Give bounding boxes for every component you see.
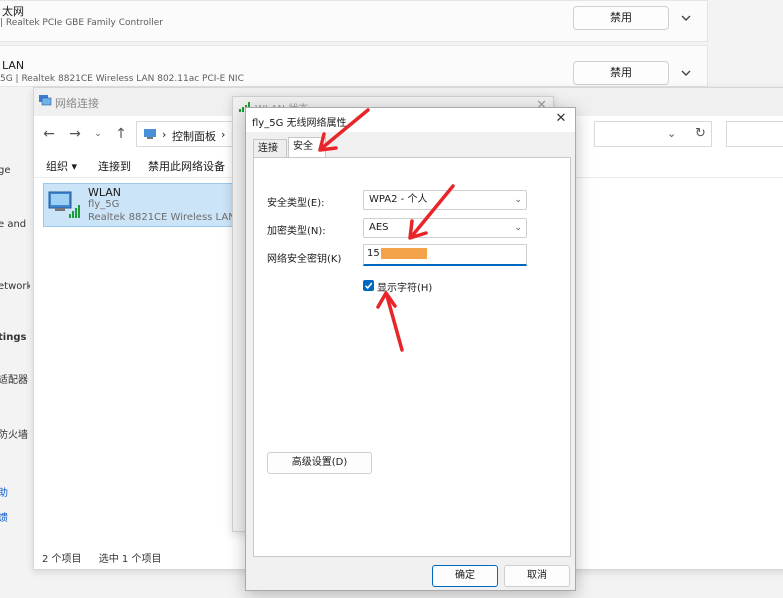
network-key-input[interactable]: 15 [363,244,527,266]
security-type-select[interactable]: WPA2 - 个人 ⌄ [363,190,527,210]
address-bar-end[interactable]: ⌄ ↻ [594,121,712,147]
ok-button[interactable]: 确定 [432,565,498,587]
settings-nav-item[interactable]: 适配器 [0,371,28,386]
advanced-settings-button[interactable]: 高级设置(D) [267,452,372,474]
settings-nav-item[interactable]: ge [0,165,11,176]
dialog-title: fly_5G 无线网络属性 [252,118,347,129]
chevron-down-icon: ⌄ [514,223,522,233]
connection-name: WLAN [88,186,122,199]
adapter-name: 太网 [2,5,24,18]
status-bar: 2 个项目 选中 1 个项目 [42,550,175,565]
network-key-value: 15 [367,248,380,259]
disable-adapter-button[interactable]: 禁用 [573,61,669,85]
feedback-link[interactable]: 馈 [0,509,8,524]
security-tab-panel: 安全类型(E): WPA2 - 个人 ⌄ 加密类型(N): AES ⌄ 网络安全… [253,157,571,557]
adapter-description: 5G | Realtek 8821CE Wireless LAN 802.11a… [0,74,244,84]
encryption-type-value: AES [369,222,389,233]
settings-section-heading: tings [0,332,27,343]
settings-nav-item[interactable]: etwork a [0,281,30,292]
search-input[interactable] [726,121,783,147]
redacted-key-mask [380,247,427,259]
breadcrumb-separator: › [221,128,226,141]
tab-security[interactable]: 安全 [288,137,326,158]
show-characters-checkbox[interactable] [363,280,374,291]
encryption-type-select[interactable]: AES ⌄ [363,218,527,238]
show-characters-label: 显示字符(H) [377,283,433,294]
back-arrow-icon[interactable]: ← [41,126,57,142]
connection-adapter: Realtek 8821CE Wireless LAN ... [88,212,249,223]
disable-adapter-button[interactable]: 禁用 [573,6,669,30]
tab-connection[interactable]: 连接 [253,139,287,157]
settings-nav-item[interactable]: 防火墙 [0,426,28,441]
close-icon[interactable]: ✕ [553,111,569,127]
recent-dropdown-icon[interactable]: ⌄ [90,126,106,142]
forward-arrow-icon[interactable]: → [67,126,83,142]
breadcrumb-item[interactable]: 控制面板 [172,128,216,144]
security-type-value: WPA2 - 个人 [369,194,428,205]
breadcrumb-separator: › [162,128,167,141]
wireless-adapter-icon [47,188,83,222]
adapter-card-wlan: LAN 5G | Realtek 8821CE Wireless LAN 802… [0,45,708,87]
security-type-label: 安全类型(E): [267,198,325,209]
help-link[interactable]: 助 [0,484,8,499]
control-panel-icon [143,127,157,141]
settings-nav-panel: ge e and c etwork a tings 适配器 防火墙 助 馈 [0,0,30,598]
up-arrow-icon[interactable]: ↑ [113,126,129,142]
settings-nav-item[interactable]: e and c [0,219,30,230]
adapter-description: | Realtek PCIe GBE Family Controller [0,18,163,28]
wlan-connection-item[interactable]: WLAN fly_5G Realtek 8821CE Wireless LAN … [43,183,248,227]
chevron-down-icon: ⌄ [514,195,522,205]
wireless-properties-dialog: fly_5G 无线网络属性 ✕ 连接 安全 安全类型(E): WPA2 - 个人… [245,107,576,591]
chevron-down-icon[interactable] [679,66,693,80]
adapter-card-ethernet: 太网 | Realtek PCIe GBE Family Controller … [0,0,708,42]
adapter-name: LAN [2,59,25,72]
cancel-button[interactable]: 取消 [504,565,570,587]
window-title: 网络连接 [55,97,99,110]
item-count: 2 个项目 [42,554,82,565]
chevron-down-icon[interactable] [679,11,693,25]
selected-count: 选中 1 个项目 [98,554,162,565]
connection-ssid: fly_5G [88,199,120,210]
chevron-down-icon[interactable]: ⌄ [667,127,676,140]
network-key-label: 网络安全密钥(K) [267,254,342,265]
refresh-icon[interactable]: ↻ [695,126,706,141]
disable-device-button[interactable]: 禁用此网络设备 [148,158,225,174]
dialog-titlebar: fly_5G 无线网络属性 ✕ [246,108,575,132]
encryption-type-label: 加密类型(N): [267,226,326,237]
connect-to-button[interactable]: 连接到 [98,158,131,174]
network-connections-icon [38,93,52,107]
organize-menu[interactable]: 组织 ▾ [46,158,77,174]
